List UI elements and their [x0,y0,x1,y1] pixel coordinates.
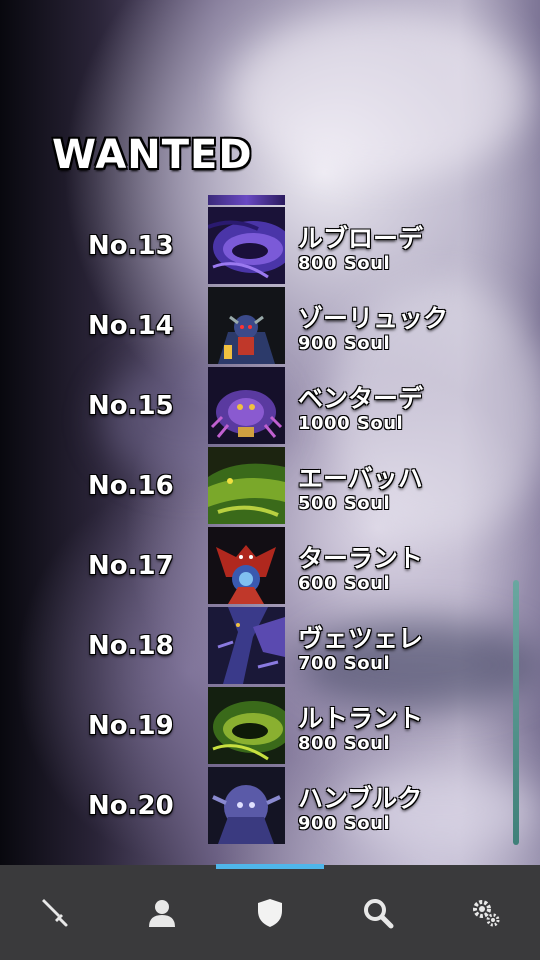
gears-icon [473,899,500,926]
soul-reward: 800 Soul [298,733,391,754]
wanted-row[interactable]: No.15 ベンターデ 1000 Soul [0,355,540,444]
wanted-number: No.19 [88,711,174,741]
soul-reward: 700 Soul [298,653,391,674]
monster-thumbnail [208,527,285,604]
demon-red-icon [208,527,285,604]
soul-reward: 500 Soul [298,493,391,514]
wanted-row[interactable]: No.20 ハンブルク 900 Soul [0,755,540,844]
soul-reward: 800 Soul [298,253,391,274]
tab-search[interactable] [324,865,432,960]
tab-battle[interactable] [0,865,108,960]
soul-reward: 900 Soul [298,333,391,354]
person-icon [149,899,175,927]
tab-character[interactable] [108,865,216,960]
bottom-navigation [0,865,540,960]
monster-name: ゾーリュック [298,304,449,333]
wanted-row[interactable]: No.14 ゾーリュック 900 Soul [0,275,540,364]
shield-icon [258,898,282,927]
monster-name: エーバッハ [298,464,423,493]
wanted-number: No.16 [88,471,174,501]
wanted-number: No.14 [88,311,174,341]
monster-thumbnail [208,287,285,364]
soul-reward: 900 Soul [298,813,391,834]
wanted-number: No.20 [88,791,174,821]
wanted-row[interactable]: No.19 ルトラント 800 Soul [0,675,540,764]
wanted-row[interactable]: No.13 ルブローデ 800 Soul [0,195,540,284]
active-tab-indicator [216,864,324,869]
sword-icon [42,898,68,926]
magnifier-icon [364,898,394,928]
monster-name: ルブローデ [298,224,424,253]
wanted-list[interactable]: No.13 ルブローデ 800 Soul No.14 ゾーリュック 900 So… [0,195,540,845]
monster-name: ターラント [298,544,424,573]
wanted-number: No.17 [88,551,174,581]
monster-thumbnail [208,607,285,684]
monster-thumbnail [208,767,285,844]
wanted-number: No.18 [88,631,174,661]
monster-name: ベンターデ [298,384,424,413]
monster-thumbnail [208,687,285,764]
eye-green-icon [208,687,285,764]
crab-purple-icon [208,367,285,444]
golem-blue-icon [208,767,285,844]
tab-settings[interactable] [432,865,540,960]
wanted-row[interactable]: No.17 ターラント 600 Soul [0,515,540,604]
wanted-number: No.15 [88,391,174,421]
list-scrollbar[interactable] [513,580,519,845]
wanted-number: No.13 [88,231,174,261]
monster-thumbnail [208,367,285,444]
soul-reward: 1000 Soul [298,413,404,434]
monster-thumbnail [208,447,285,524]
page-title: WANTED [52,132,253,178]
dragon-green-icon [208,447,285,524]
soul-reward: 600 Soul [298,573,391,594]
wanted-row[interactable]: No.16 エーバッハ 500 Soul [0,435,540,524]
tab-wanted[interactable] [216,865,324,960]
monster-thumbnail [208,207,285,284]
monster-name: ハンブルク [298,784,423,813]
wanted-row[interactable]: No.18 ヴェツェレ 700 Soul [0,595,540,684]
monster-name: ヴェツェレ [298,624,424,653]
monster-name: ルトラント [298,704,424,733]
dragon-blue-icon [208,607,285,684]
knight-red-icon [208,287,285,364]
eye-purple-icon [208,207,285,284]
